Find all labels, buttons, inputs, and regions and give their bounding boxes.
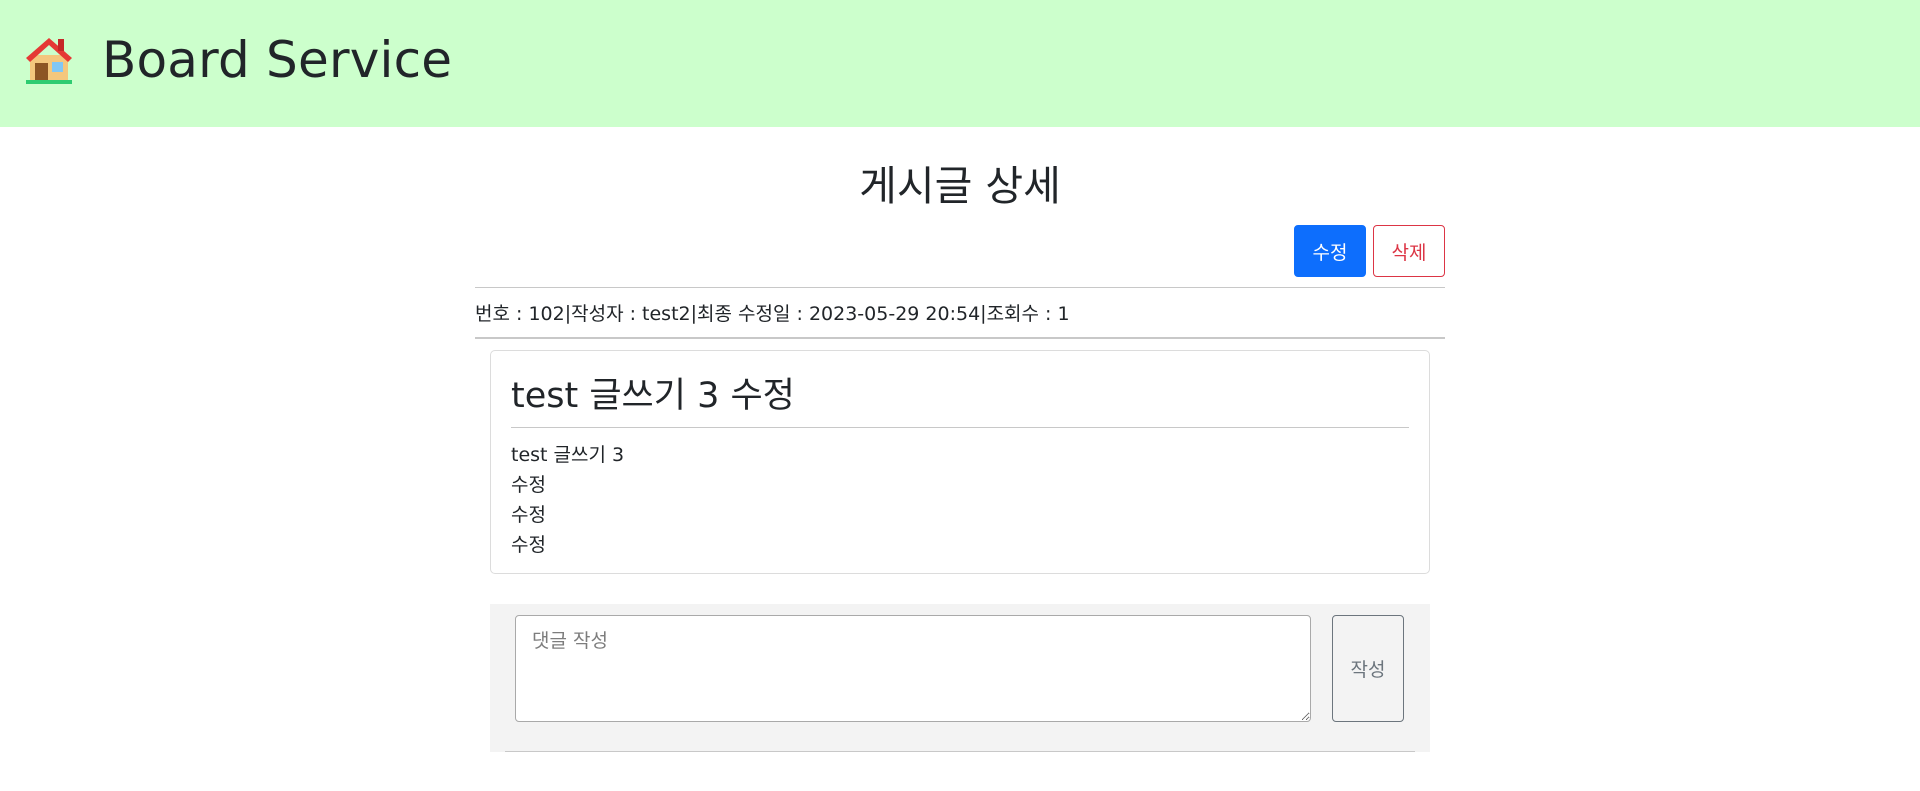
post-updated-date: 최종 수정일 : 2023-05-29 20:54	[697, 303, 981, 325]
post-number: 번호 : 102	[475, 303, 565, 325]
house-icon	[22, 33, 76, 87]
comment-divider	[505, 751, 1415, 752]
site-header: Board Service	[0, 0, 1920, 127]
post-actions: 수정 삭제	[1294, 225, 1445, 277]
home-link[interactable]: Board Service	[22, 29, 452, 91]
comment-input[interactable]	[515, 615, 1311, 722]
post-title: test 글쓰기 3 수정	[511, 373, 1409, 428]
comment-submit-button[interactable]: 작성	[1332, 615, 1404, 722]
post-meta: 번호 : 102 | 작성자 : test2 | 최종 수정일 : 2023-0…	[475, 287, 1445, 339]
post-author: 작성자 : test2	[571, 303, 691, 325]
edit-button[interactable]: 수정	[1294, 225, 1366, 277]
page-title: 게시글 상세	[859, 162, 1061, 210]
post-view-count: 조회수 : 1	[986, 303, 1070, 325]
post-card: test 글쓰기 3 수정 test 글쓰기 3 수정 수정 수정	[490, 350, 1430, 574]
comment-form: 작성	[490, 604, 1430, 752]
brand-title: Board Service	[102, 31, 453, 89]
post-body: test 글쓰기 3 수정 수정 수정	[511, 444, 625, 556]
delete-button[interactable]: 삭제	[1373, 225, 1445, 277]
